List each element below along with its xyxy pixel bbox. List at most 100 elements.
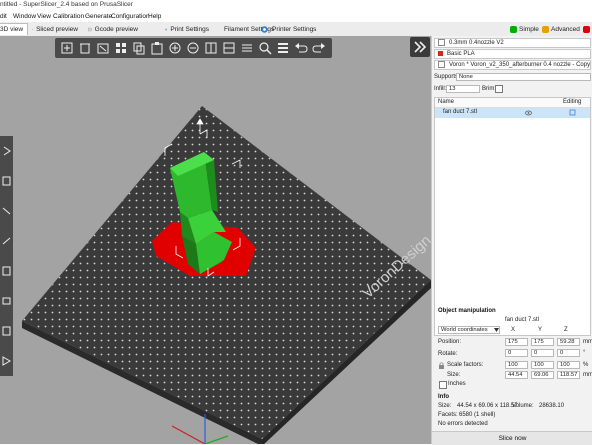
mode-expert[interactable]: [583, 24, 590, 34]
expert-mode-icon: [583, 25, 590, 33]
position-x-field[interactable]: 175: [505, 338, 528, 346]
top-toolbar: [55, 38, 332, 58]
info-size-value: 44.54 x 69.06 x 118.57: [457, 403, 518, 409]
paste-icon[interactable]: [149, 40, 165, 56]
info-volume-value: 28638.10: [539, 403, 565, 409]
manipulation-title: Object manipulation: [438, 308, 496, 314]
collapse-sidebar-button[interactable]: [410, 37, 430, 57]
info-size-label: Size:: [438, 403, 452, 409]
delete-all-icon[interactable]: [95, 40, 111, 56]
supports-combo[interactable]: None: [456, 73, 591, 81]
split-objects-icon[interactable]: [203, 40, 219, 56]
object-list: Name Editing fan duct 7.stl: [434, 97, 591, 336]
hollow-icon[interactable]: [1, 354, 12, 368]
place-on-face-icon[interactable]: [1, 234, 12, 248]
simple-mode-icon: [510, 25, 517, 33]
infill-label: Infill:: [434, 86, 447, 92]
info-volume-label: Volume:: [512, 403, 534, 409]
manipulation-object-name: fan duct 7.stl: [505, 317, 540, 323]
size-label: Size:: [447, 372, 461, 378]
gear-icon: [165, 28, 168, 30]
add-icon[interactable]: [59, 40, 75, 56]
printer-preset-combo[interactable]: Voron * Voron_v2_350_afterburner 0.4 noz…: [434, 60, 591, 70]
search-icon[interactable]: [257, 40, 273, 56]
printer-preset-value: Voron * Voron_v2_350_afterburner 0.4 noz…: [449, 62, 591, 69]
mode-advanced[interactable]: Advanced: [542, 24, 580, 34]
advanced-mode-icon: [542, 25, 549, 33]
lock-icon[interactable]: [438, 362, 445, 369]
menu-view[interactable]: View: [37, 13, 51, 20]
move-icon[interactable]: [1, 144, 12, 158]
size-x-field[interactable]: 44.54: [505, 371, 528, 379]
chevron-down-icon: [494, 328, 499, 332]
size-z-field[interactable]: 118.57: [557, 371, 580, 379]
delete-icon[interactable]: [77, 40, 93, 56]
cut-icon[interactable]: [1, 264, 12, 278]
layers-icon[interactable]: [275, 40, 291, 56]
object-list-header: Name Editing: [435, 98, 590, 108]
infill-combo[interactable]: 13: [446, 85, 480, 93]
print-preset-value: 0.3mm 0.4nozzle V2: [449, 40, 504, 47]
scale-icon[interactable]: [1, 174, 12, 188]
inches-checkbox[interactable]: [439, 381, 447, 389]
rotate-z-field[interactable]: 0: [557, 349, 580, 357]
position-z-field[interactable]: 59.28: [557, 338, 580, 346]
axis-x-label: X: [511, 327, 516, 333]
seam-paint-icon[interactable]: [1, 324, 12, 338]
title-bar: ntitled - SuperSlicer_2.4 based on Prusa…: [0, 0, 592, 11]
add-instance-icon[interactable]: [167, 40, 183, 56]
edit-settings-icon[interactable]: [569, 109, 576, 116]
position-unit: mm: [583, 339, 592, 345]
filament-preset-combo[interactable]: Basic PLA: [434, 49, 591, 59]
position-y-field[interactable]: 175: [531, 338, 554, 346]
menu-configuration[interactable]: Configuration: [111, 13, 150, 20]
tab-label: Print Settings: [170, 25, 209, 33]
rotate-x-field[interactable]: 0: [505, 349, 528, 357]
arrange-icon[interactable]: [113, 40, 129, 56]
tab-3d-view[interactable]: 3D view: [0, 23, 28, 35]
list-item[interactable]: fan duct 7.stl: [435, 108, 590, 118]
layer-editing-icon[interactable]: [239, 40, 255, 56]
3d-viewport[interactable]: VoronDesign: [0, 36, 431, 444]
supports-paint-icon[interactable]: [1, 294, 12, 308]
mode-label: Simple: [519, 25, 539, 33]
eye-icon[interactable]: [525, 110, 532, 116]
print-preset-icon: [438, 39, 445, 46]
undo-icon[interactable]: [293, 40, 309, 56]
coordinate-system-combo[interactable]: World coordinates: [438, 326, 500, 334]
info-facets-label: Facets:: [438, 412, 458, 418]
scale-x-field[interactable]: 100: [505, 361, 528, 369]
tab-sliced-preview[interactable]: Sliced preview: [29, 23, 81, 35]
mode-simple[interactable]: Simple: [510, 24, 539, 34]
slice-now-button[interactable]: Slice now: [432, 431, 592, 445]
tab-print-settings[interactable]: Print Settings: [162, 23, 212, 35]
remove-instance-icon[interactable]: [185, 40, 201, 56]
rotate-y-field[interactable]: 0: [531, 349, 554, 357]
redo-icon[interactable]: [311, 40, 327, 56]
menu-calibration[interactable]: Calibration: [53, 13, 84, 20]
filament-preset-value: Basic PLA: [447, 51, 475, 57]
split-parts-icon[interactable]: [221, 40, 237, 56]
tab-printer-settings[interactable]: Printer Settings: [257, 23, 341, 35]
tab-label: 3D view: [0, 26, 24, 33]
axis-z-label: Z: [564, 327, 568, 333]
tab-gcode-preview[interactable]: Gcode preview: [85, 23, 141, 35]
print-preset-combo[interactable]: 0.3mm 0.4nozzle V2: [434, 38, 591, 48]
sidebar: 0.3mm 0.4nozzle V2 Basic PLA Voron * Vor…: [431, 36, 592, 445]
rotate-icon[interactable]: [1, 204, 12, 218]
menu-generate[interactable]: Generate: [85, 13, 112, 20]
axis-y-label: Y: [538, 327, 543, 333]
brim-checkbox[interactable]: [495, 85, 503, 93]
inches-label: Inches: [448, 381, 466, 387]
scale-y-field[interactable]: 100: [531, 361, 554, 369]
menu-window[interactable]: Window: [13, 13, 36, 20]
copy-icon[interactable]: [131, 40, 147, 56]
menu-edit[interactable]: dit: [0, 13, 7, 20]
rotate-unit: °: [583, 350, 586, 356]
column-editing: Editing: [563, 99, 582, 105]
scale-z-field[interactable]: 100: [557, 361, 580, 369]
filament-color-swatch: [438, 50, 443, 56]
menu-help[interactable]: Help: [148, 13, 161, 20]
size-y-field[interactable]: 69.06: [531, 371, 554, 379]
rotate-label: Rotate:: [438, 351, 458, 357]
